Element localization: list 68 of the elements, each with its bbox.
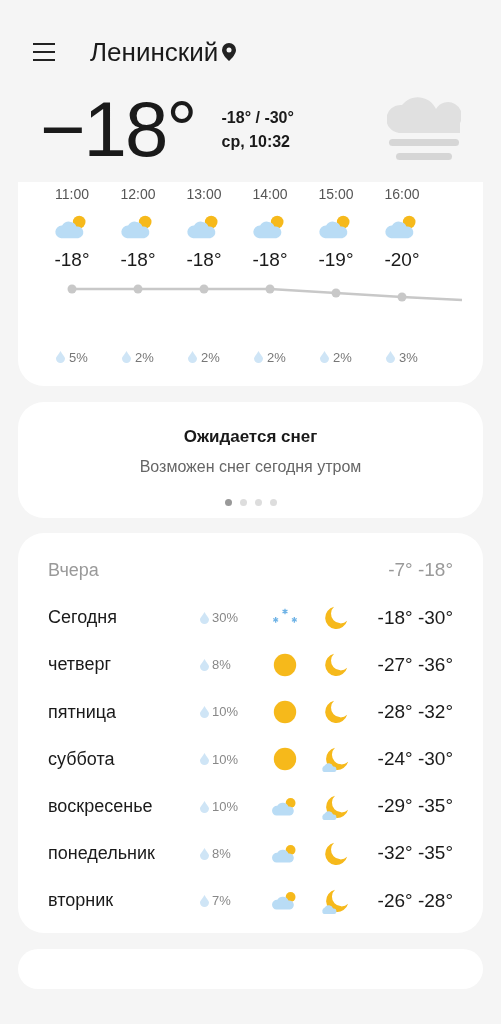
drop-icon — [200, 706, 209, 719]
drop-icon — [188, 351, 198, 364]
hour-label: 12:00 — [119, 185, 157, 204]
day-temperatures: -27° -36° — [377, 652, 453, 677]
day-temperatures: -29° -35° — [377, 794, 453, 819]
day-temperatures: -26° -28° — [377, 888, 453, 913]
precipitation-chance: 2% — [201, 348, 220, 367]
day-name: суббота — [48, 747, 116, 771]
drop-icon — [200, 658, 209, 671]
precipitation-chance: 8% — [212, 656, 231, 675]
drop-icon — [200, 847, 209, 860]
day-name: вторник — [48, 889, 115, 913]
temperature-range: -18° / -30° — [221, 108, 294, 128]
precipitation-chance: 10% — [212, 703, 239, 722]
precipitation-chance: 8% — [212, 844, 231, 863]
precipitation-chance: 3% — [399, 348, 418, 367]
drop-icon — [200, 894, 209, 907]
page-dot[interactable] — [269, 498, 277, 506]
location-title: Ленинский — [90, 38, 219, 65]
day-name: Сегодня — [48, 606, 118, 630]
alert-text: Возможен снег сегодня утром — [138, 456, 363, 477]
drop-icon — [254, 351, 264, 364]
moon-cloud-icon — [321, 745, 349, 774]
precipitation-chance: 2% — [267, 348, 286, 367]
fog-cloud-icon — [387, 95, 461, 163]
hour-temperature: -18° — [185, 248, 223, 272]
hour-label: 14:00 — [251, 185, 289, 204]
precipitation-chance: 30% — [212, 609, 239, 628]
hour-temperature: -18° — [251, 248, 289, 272]
drop-icon — [200, 753, 209, 766]
page-dot[interactable] — [239, 498, 247, 506]
precipitation-chance: 2% — [135, 348, 154, 367]
page-dot[interactable] — [254, 498, 262, 506]
drop-icon — [200, 611, 209, 624]
drop-icon — [56, 351, 66, 364]
day-name: понедельник — [48, 842, 156, 866]
precipitation-chance: 7% — [212, 892, 231, 911]
alert-card[interactable]: Ожидается снег Возможен снег сегодня утром — [18, 402, 483, 518]
day-name: пятница — [48, 700, 118, 724]
current-temperature: −18° — [40, 90, 196, 168]
precipitation-chance: 2% — [333, 348, 352, 367]
precipitation-chance: 10% — [212, 797, 239, 816]
hour-temperature: -19° — [317, 248, 355, 272]
page-dot[interactable] — [224, 498, 232, 506]
precipitation-chance: 10% — [212, 750, 239, 769]
day-temperatures: -7° -18° — [388, 558, 453, 583]
hour-label: 11:00 — [54, 185, 90, 204]
hour-label: 13:00 — [185, 185, 223, 204]
day-temperatures: -24° -30° — [377, 747, 453, 772]
drop-icon — [200, 800, 209, 813]
day-name: воскресенье — [48, 795, 154, 819]
hour-label: 15:00 — [317, 185, 355, 204]
date-time: ср, 10:32 — [221, 132, 291, 152]
alert-title: Ожидается снег — [182, 426, 319, 448]
drop-icon — [122, 351, 132, 364]
drop-icon — [320, 351, 330, 364]
day-temperatures: -28° -32° — [377, 699, 453, 724]
precipitation-chance: 5% — [69, 348, 88, 367]
hour-label: 16:00 — [383, 185, 421, 204]
hour-temperature: -20° — [383, 248, 421, 272]
day-temperatures: -32° -35° — [377, 841, 453, 866]
hour-temperature: -18° — [53, 248, 91, 272]
day-temperatures: -18° -30° — [377, 605, 453, 630]
day-name: Вчера — [48, 559, 100, 583]
hour-temperature: -18° — [119, 248, 157, 272]
day-name: четверг — [48, 653, 112, 677]
location-pin-icon — [222, 42, 237, 61]
drop-icon — [386, 351, 396, 364]
